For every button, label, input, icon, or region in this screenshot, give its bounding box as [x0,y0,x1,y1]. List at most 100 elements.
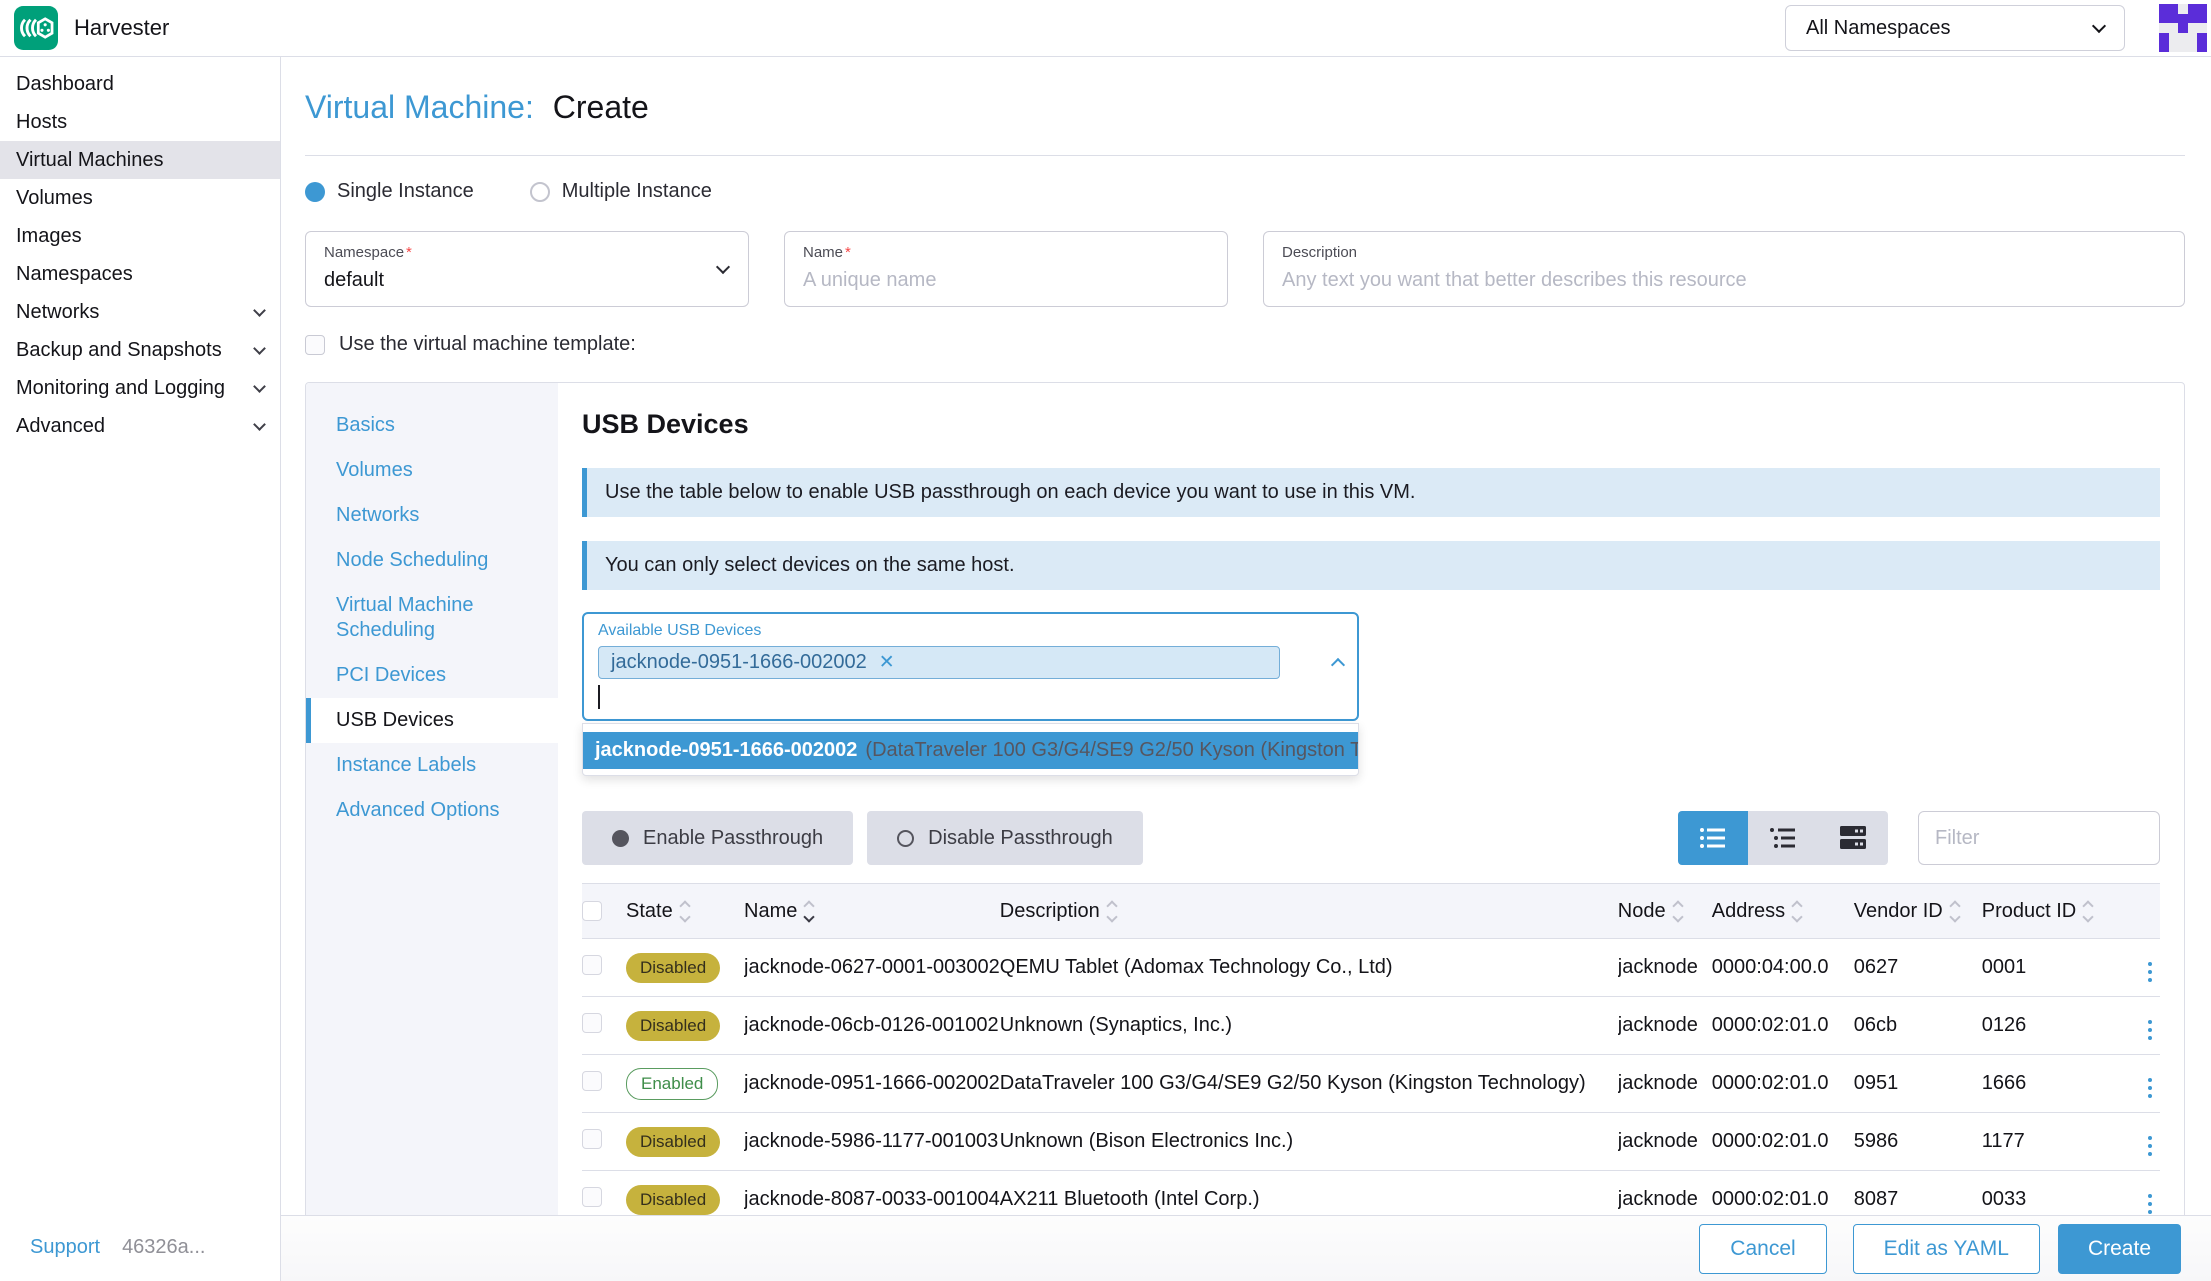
sort-chevrons-icon [1671,900,1684,923]
kebab-menu-icon[interactable] [2140,1016,2160,1044]
select-all-checkbox[interactable] [582,901,602,922]
use-template-checkbox[interactable] [305,334,325,355]
section-heading: USB Devices [582,409,749,439]
kebab-menu-icon[interactable] [2140,1190,2160,1215]
user-avatar[interactable] [2159,4,2207,52]
tab-advanced-options[interactable]: Advanced Options [306,788,558,833]
sidebar-item-label: Advanced [16,414,105,437]
namespace-filter-select[interactable]: All Namespaces [1785,5,2125,51]
tab-usb-devices[interactable]: USB Devices [306,698,558,743]
option-detail: (DataTraveler 100 G3/G4/SE9 G2/50 Kyson … [865,739,1358,761]
usb-devices-table: State Name Description Node Address Vend… [582,883,2160,1215]
device-description: AX211 Bluetooth (Intel Corp.) [999,1170,1618,1215]
info-banner: Use the table below to enable USB passth… [582,468,2160,517]
page-title-prefix: Virtual Machine: [305,89,534,125]
filled-circle-icon [612,829,629,847]
namespace-select[interactable]: Namespace * default [305,231,749,307]
name-input[interactable] [803,269,1209,292]
multiple-instance-radio[interactable]: Multiple Instance [529,180,712,203]
sidebar-item-label: Images [16,224,82,247]
radio-label: Multiple Instance [561,180,712,202]
cancel-button[interactable]: Cancel [1699,1223,1827,1274]
sidebar-item-backup-and-snapshots[interactable]: Backup and Snapshots [0,331,280,369]
form-tab-list: Basics Volumes Networks Node Scheduling … [306,383,558,1215]
device-address: 0000:02:01.0 [1711,1170,1854,1215]
device-name: jacknode-06cb-0126-001002 [744,996,1000,1055]
sidebar-item-virtual-machines[interactable]: Virtual Machines [0,141,280,179]
harvester-logo-icon [14,6,58,50]
usb-device-option[interactable]: jacknode-0951-1666-002002 (DataTraveler … [583,732,1358,769]
list-view-button[interactable] [1678,811,1748,865]
usb-devices-panel: USB Devices Use the table below to enabl… [558,383,2184,1215]
enable-passthrough-button[interactable]: Enable Passthrough [582,811,854,865]
column-header-description[interactable]: Description [999,883,1618,939]
row-checkbox[interactable] [582,954,602,975]
filter-input[interactable] [1918,811,2160,865]
row-checkbox[interactable] [582,1186,602,1207]
sidebar-item-advanced[interactable]: Advanced [0,407,280,445]
card-view-icon [1840,826,1866,849]
column-header-name[interactable]: Name [744,883,1000,939]
edit-as-yaml-button[interactable]: Edit as YAML [1852,1223,2040,1274]
state-badge: Disabled [626,1010,721,1041]
sort-chevrons-icon [679,900,691,923]
single-instance-radio[interactable]: Single Instance [305,180,474,203]
support-link[interactable]: Support [30,1236,100,1259]
grouped-list-view-button[interactable] [1748,811,1818,865]
tab-node-scheduling[interactable]: Node Scheduling [306,538,558,583]
tab-virtual-machine-scheduling[interactable]: Virtual Machine Scheduling [306,583,558,653]
sidebar-footer: Support 46326a... [0,1236,280,1281]
device-product-id: 0126 [1981,996,2100,1055]
column-header-vendor-id[interactable]: Vendor ID [1853,883,1982,939]
tab-instance-labels[interactable]: Instance Labels [306,743,558,788]
sidebar-item-images[interactable]: Images [0,217,280,255]
description-field: Description [1263,231,2185,307]
card-view-button[interactable] [1818,811,1888,865]
version-text[interactable]: 46326a... [122,1236,205,1259]
kebab-menu-icon[interactable] [2140,1074,2160,1102]
row-checkbox[interactable] [582,1070,602,1091]
tab-pci-devices[interactable]: PCI Devices [306,653,558,698]
usb-device-dropdown: jacknode-0951-1666-002002 (DataTraveler … [582,723,1359,776]
top-bar: Harvester All Namespaces [0,0,2211,57]
close-x-icon[interactable]: ✕ [879,653,895,672]
sidebar-item-volumes[interactable]: Volumes [0,179,280,217]
kebab-menu-icon[interactable] [2140,958,2160,986]
sidebar-item-hosts[interactable]: Hosts [0,103,280,141]
device-product-id: 0033 [1981,1170,2100,1215]
sidebar-item-label: Virtual Machines [16,148,164,171]
usb-device-select[interactable]: Available USB Devices jacknode-0951-1666… [582,612,1359,721]
sidebar-item-monitoring-and-logging[interactable]: Monitoring and Logging [0,369,280,407]
table-row: Disabled jacknode-0627-0001-003002 QEMU … [582,938,2160,997]
tab-networks[interactable]: Networks [306,493,558,538]
row-checkbox[interactable] [582,1128,602,1149]
sort-chevrons-icon [803,900,816,923]
option-name: jacknode-0951-1666-002002 [595,739,858,761]
device-address: 0000:02:01.0 [1711,1112,1854,1171]
tab-volumes[interactable]: Volumes [306,448,558,493]
sidebar-item-namespaces[interactable]: Namespaces [0,255,280,293]
column-header-address[interactable]: Address [1711,883,1854,939]
outline-circle-icon [897,829,915,847]
disable-passthrough-button[interactable]: Disable Passthrough [867,811,1143,865]
device-name: jacknode-0627-0001-003002 [744,938,1000,997]
row-checkbox[interactable] [582,1012,602,1033]
create-button[interactable]: Create [2057,1223,2181,1274]
column-header-state[interactable]: State [626,883,744,939]
device-node: jacknode [1617,1112,1712,1171]
device-product-id: 1177 [1981,1112,2100,1171]
device-product-id: 1666 [1981,1054,2100,1113]
sidebar-item-label: Hosts [16,110,68,133]
column-header-node[interactable]: Node [1617,883,1712,939]
column-header-product-id[interactable]: Product ID [1981,883,2100,939]
state-badge: Disabled [626,1126,721,1157]
kebab-menu-icon[interactable] [2140,1132,2160,1160]
tab-basics[interactable]: Basics [306,403,558,448]
top-bar-right: All Namespaces [1785,4,2207,52]
sidebar-item-networks[interactable]: Networks [0,293,280,331]
sidebar-item-dashboard[interactable]: Dashboard [0,65,280,103]
description-input[interactable] [1282,269,2166,292]
app-title: Harvester [74,15,170,40]
title-divider [305,155,2185,156]
device-vendor-id: 5986 [1853,1112,1982,1171]
